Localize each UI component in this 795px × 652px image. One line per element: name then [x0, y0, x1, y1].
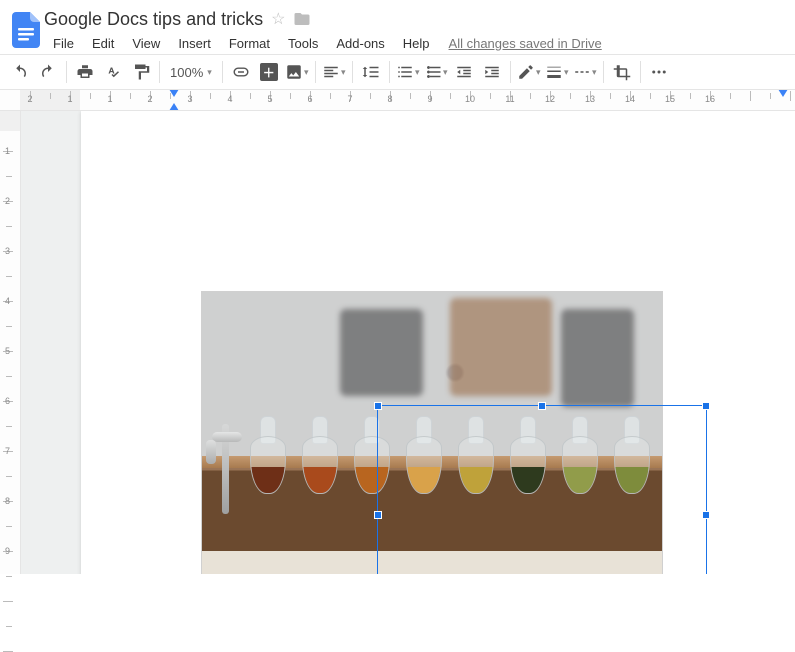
line-spacing-icon[interactable] — [357, 58, 385, 86]
star-icon[interactable]: ☆ — [271, 9, 285, 29]
crop-handle-tl[interactable] — [374, 402, 382, 410]
crop-icon[interactable] — [608, 58, 636, 86]
indent-decrease-icon[interactable] — [450, 58, 478, 86]
align-dropdown[interactable]: ▾ — [320, 58, 348, 86]
title-area: Google Docs tips and tricks ☆ File Edit … — [44, 6, 787, 54]
crop-handle-t[interactable] — [538, 402, 546, 410]
crop-handle-r[interactable] — [702, 511, 710, 519]
caret-down-icon: ▾ — [207, 67, 212, 78]
caret-down-icon: ▾ — [536, 67, 541, 78]
caret-down-icon: ▾ — [443, 67, 448, 78]
print-icon[interactable] — [71, 58, 99, 86]
menu-tools[interactable]: Tools — [279, 34, 327, 53]
crop-handle-l[interactable] — [374, 511, 382, 519]
save-status[interactable]: All changes saved in Drive — [449, 36, 602, 51]
crop-selection[interactable] — [377, 405, 707, 574]
document-canvas[interactable]: In line | Wrap text | Break text — [21, 111, 795, 574]
toolbar: 100% ▾ ＋ ▾ ▾ ▾ ▾ ▾ ▾ ▾ — [0, 54, 795, 90]
zoom-dropdown[interactable]: 100% ▾ — [164, 58, 218, 86]
ruler-vertical[interactable]: 123456789 — [0, 111, 21, 574]
redo-icon[interactable] — [34, 58, 62, 86]
ruler-horizontal[interactable]: 2112345678910111213141516 — [0, 90, 795, 111]
caret-down-icon: ▾ — [304, 67, 309, 78]
paint-format-icon[interactable] — [127, 58, 155, 86]
menu-help[interactable]: Help — [394, 34, 439, 53]
caret-down-icon: ▾ — [592, 67, 597, 78]
folder-icon[interactable] — [293, 10, 311, 28]
spellcheck-icon[interactable] — [99, 58, 127, 86]
menu-insert[interactable]: Insert — [169, 34, 220, 53]
crop-handle-tr[interactable] — [702, 402, 710, 410]
image-tap — [204, 424, 248, 514]
doc-title[interactable]: Google Docs tips and tricks — [44, 9, 263, 30]
border-dash-icon[interactable]: ▾ — [571, 58, 599, 86]
more-icon[interactable] — [645, 58, 673, 86]
menu-file[interactable]: File — [44, 34, 83, 53]
border-color-icon[interactable]: ▾ — [515, 58, 543, 86]
app-header: Google Docs tips and tricks ☆ File Edit … — [0, 0, 795, 54]
docs-logo[interactable] — [8, 6, 44, 54]
menu-addons[interactable]: Add-ons — [327, 34, 393, 53]
menu-format[interactable]: Format — [220, 34, 279, 53]
caret-down-icon: ▾ — [341, 67, 346, 78]
indent-increase-icon[interactable] — [478, 58, 506, 86]
bulleted-list-icon[interactable]: ▾ — [422, 58, 450, 86]
edit-area: 123456789 In line | Wrap t — [0, 111, 795, 574]
comment-add-icon[interactable]: ＋ — [255, 58, 283, 86]
border-weight-icon[interactable]: ▾ — [543, 58, 571, 86]
menu-view[interactable]: View — [123, 34, 169, 53]
caret-down-icon: ▾ — [415, 67, 420, 78]
menu-edit[interactable]: Edit — [83, 34, 123, 53]
zoom-value: 100% — [170, 65, 203, 80]
link-icon[interactable] — [227, 58, 255, 86]
undo-icon[interactable] — [6, 58, 34, 86]
menu-bar: File Edit View Insert Format Tools Add-o… — [44, 32, 787, 54]
numbered-list-icon[interactable]: ▾ — [394, 58, 422, 86]
caret-down-icon: ▾ — [564, 67, 569, 78]
image-insert-icon[interactable]: ▾ — [283, 58, 311, 86]
